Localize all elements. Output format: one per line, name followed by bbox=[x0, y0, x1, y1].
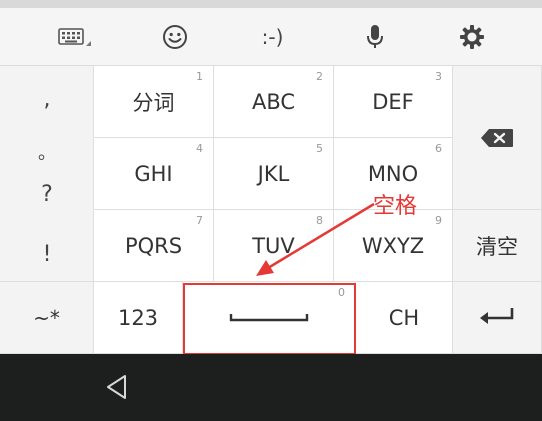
keyboard-switch-button[interactable] bbox=[40, 8, 110, 66]
key-7[interactable]: PQRS 7 bbox=[94, 210, 214, 282]
backspace-icon bbox=[480, 128, 514, 152]
digits-key-label: 123 bbox=[117, 305, 159, 330]
key-3[interactable]: DEF 3 bbox=[334, 66, 453, 138]
settings-button[interactable] bbox=[437, 8, 507, 66]
punctuation-column: , 。 ? ! bbox=[0, 66, 94, 282]
settings-icon bbox=[458, 23, 486, 51]
key-8[interactable]: TUV 8 bbox=[214, 210, 334, 282]
key-label: WXYZ bbox=[361, 233, 425, 258]
punct-comma-key[interactable]: , bbox=[0, 74, 94, 124]
ch-key-label: CH bbox=[388, 305, 420, 330]
system-nav-bar bbox=[0, 354, 542, 421]
key-number: 1 bbox=[196, 70, 203, 83]
back-triangle-icon bbox=[105, 373, 129, 405]
emoji-button[interactable] bbox=[140, 8, 210, 66]
key-label: PQRS bbox=[124, 233, 183, 258]
key-number: 7 bbox=[196, 214, 203, 227]
emoticon-label: :-) bbox=[261, 25, 284, 49]
space-highlight-box bbox=[183, 283, 356, 355]
voice-input-button[interactable] bbox=[340, 8, 410, 66]
digits-key[interactable]: 123 bbox=[94, 282, 183, 354]
microphone-icon bbox=[365, 23, 385, 51]
key-label: MNO bbox=[367, 161, 419, 186]
emoticon-button[interactable]: :-) bbox=[235, 8, 310, 66]
key-label: TUV bbox=[252, 233, 295, 258]
key-label: GHI bbox=[134, 161, 173, 186]
punct-question-key[interactable]: ? bbox=[0, 174, 94, 214]
key-9[interactable]: WXYZ 9 bbox=[334, 210, 453, 282]
emoji-icon bbox=[162, 24, 188, 50]
key-1[interactable]: 分词 1 bbox=[94, 66, 214, 138]
punct-exclaim-key[interactable]: ! bbox=[0, 232, 94, 276]
ch-key[interactable]: CH bbox=[356, 282, 453, 354]
key-label: 分词 bbox=[132, 90, 175, 115]
status-strip bbox=[0, 0, 542, 8]
key-number: 8 bbox=[316, 214, 323, 227]
clear-key-label: 清空 bbox=[476, 234, 518, 259]
enter-icon bbox=[479, 307, 515, 329]
keyboard-toolbar: :-) bbox=[0, 8, 542, 66]
enter-key[interactable] bbox=[453, 282, 542, 354]
key-number: 2 bbox=[316, 70, 323, 83]
key-2[interactable]: ABC 2 bbox=[214, 66, 334, 138]
clear-key[interactable]: 清空 bbox=[453, 210, 542, 282]
symbols-key[interactable]: ~* bbox=[0, 282, 94, 354]
key-number: 4 bbox=[196, 142, 203, 155]
key-label: JKL bbox=[257, 161, 290, 186]
key-number: 6 bbox=[435, 142, 442, 155]
annotation-label: 空格 bbox=[373, 194, 418, 219]
key-4[interactable]: GHI 4 bbox=[94, 138, 214, 210]
key-5[interactable]: JKL 5 bbox=[214, 138, 334, 210]
key-label: ABC bbox=[251, 89, 296, 114]
delete-key[interactable] bbox=[453, 66, 542, 210]
key-label: DEF bbox=[372, 89, 414, 114]
punct-period-key[interactable]: 。 bbox=[0, 132, 94, 172]
key-number: 9 bbox=[435, 214, 442, 227]
key-number: 5 bbox=[316, 142, 323, 155]
key-number: 3 bbox=[435, 70, 442, 83]
symbols-key-label: ~* bbox=[33, 305, 60, 330]
back-button[interactable] bbox=[100, 372, 134, 406]
keyboard-icon bbox=[58, 26, 92, 48]
